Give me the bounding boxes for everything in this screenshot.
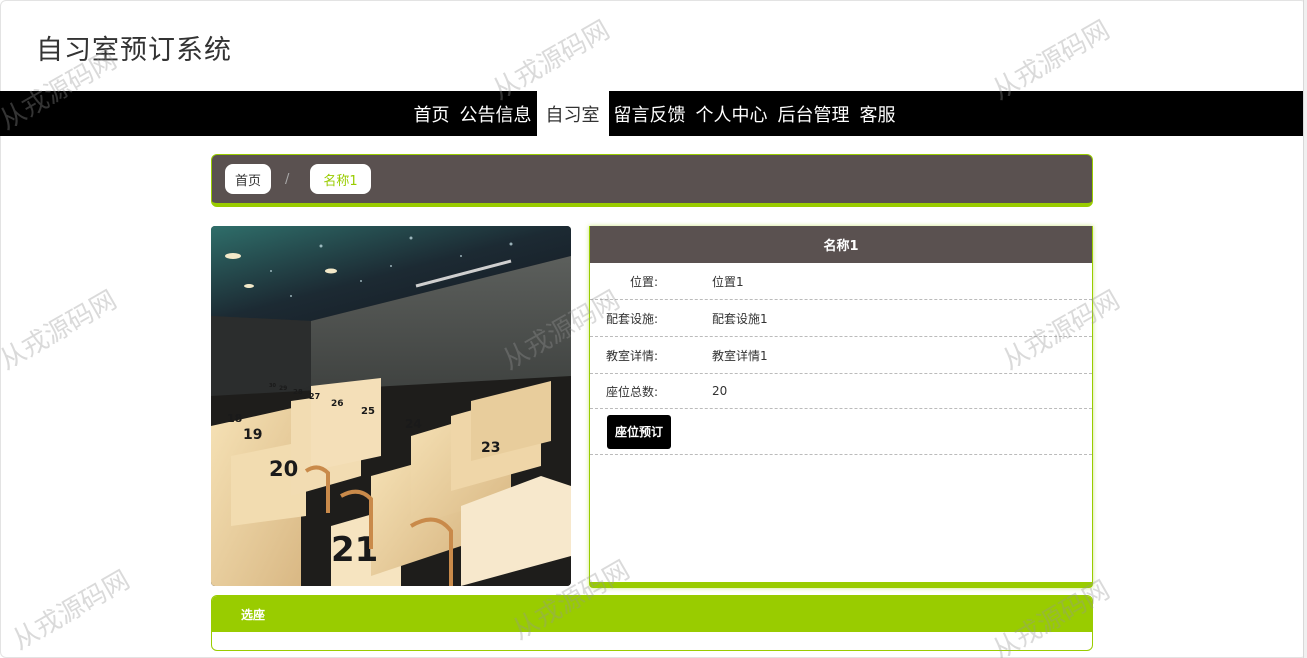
detail-row-facilities: 配套设施: 配套设施1 (590, 300, 1092, 337)
seat-selection-panel: 选座 (211, 595, 1093, 651)
nav-item-study-room[interactable]: 自习室 (536, 91, 609, 136)
detail-row-seat-total: 座位总数: 20 (590, 374, 1092, 409)
scrollbar[interactable] (1303, 0, 1307, 658)
detail-label: 位置: (629, 274, 658, 289)
seat-booking-button[interactable]: 座位预订 (607, 414, 672, 449)
main-nav: 首页 公告信息 自习室 留言反馈 个人中心 后台管理 客服 (0, 91, 1303, 136)
nav-item-home[interactable]: 首页 (409, 91, 455, 136)
detail-row-location: 位置: 位置1 (590, 263, 1092, 300)
breadcrumb-current: 名称1 (310, 164, 371, 194)
nav-item-customer-service[interactable]: 客服 (855, 91, 901, 136)
site-title: 自习室预订系统 (36, 35, 232, 66)
seat-selection-title: 选座 (212, 596, 1092, 632)
nav-item-feedback[interactable]: 留言反馈 (609, 91, 691, 136)
detail-value: 配套设施1 (712, 311, 768, 326)
seat-number: 29 (279, 385, 287, 392)
breadcrumb-home[interactable]: 首页 (225, 164, 272, 194)
breadcrumb-separator: / (285, 171, 290, 187)
room-detail-panel: 名称1 位置: 位置1 配套设施: 配套设施1 教室详情: 教室详情1 座位总数… (589, 226, 1093, 588)
seat-number: 18 (227, 412, 242, 425)
detail-label: 教室详情: (605, 348, 658, 363)
seat-number: 20 (269, 457, 298, 481)
detail-actions: 座位预订 (590, 409, 1092, 455)
seat-number: 27 (309, 392, 320, 401)
seat-number: 28 (293, 388, 303, 396)
detail-value: 位置1 (712, 274, 744, 289)
detail-row-room-details: 教室详情: 教室详情1 (590, 337, 1092, 374)
seat-number: 23 (481, 440, 500, 456)
seat-number: 19 (243, 427, 262, 443)
nav-item-announcements[interactable]: 公告信息 (455, 91, 537, 136)
detail-value: 20 (712, 384, 728, 398)
seat-number: 25 (361, 406, 375, 417)
seat-number: 26 (331, 399, 344, 409)
breadcrumb: 首页 / 名称1 (211, 154, 1093, 207)
seat-number: 24 (405, 417, 422, 431)
study-room-photo: 21 20 19 18 23 24 25 26 27 28 29 30 (211, 226, 571, 586)
seat-number: 30 (269, 383, 276, 389)
detail-label: 座位总数: (605, 384, 658, 399)
nav-item-personal-center[interactable]: 个人中心 (691, 91, 773, 136)
room-name-heading: 名称1 (590, 226, 1092, 263)
nav-item-admin[interactable]: 后台管理 (773, 91, 855, 136)
detail-label: 配套设施: (605, 311, 658, 326)
detail-value: 教室详情1 (712, 348, 768, 363)
